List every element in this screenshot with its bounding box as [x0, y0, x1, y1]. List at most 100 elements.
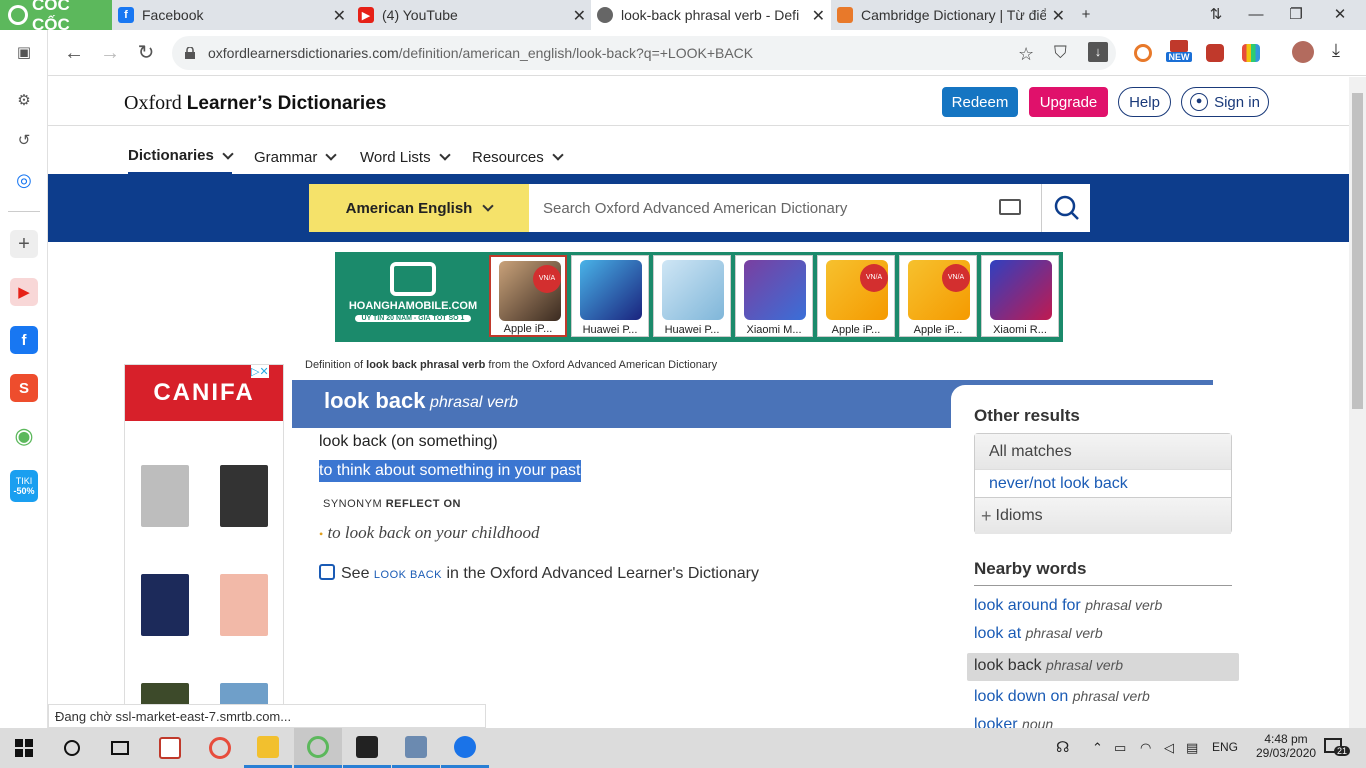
tab-youtube[interactable]: ▶ (4) YouTube ✕	[352, 0, 592, 30]
nav-dictionaries[interactable]: Dictionaries	[128, 139, 234, 175]
close-icon[interactable]: ✕	[573, 6, 586, 26]
lock-icon	[185, 46, 195, 59]
ad-phone[interactable]: VN/A Apple iP...	[489, 255, 567, 337]
search-input[interactable]: Search Oxford Advanced American Dictiona…	[529, 184, 1041, 232]
app-icon[interactable]	[146, 728, 194, 768]
youtube-icon[interactable]: ▶	[10, 278, 38, 306]
download-page-icon[interactable]: ↓	[1088, 42, 1108, 62]
downloads-icon[interactable]: ⤓	[1332, 40, 1340, 61]
nav-word-lists[interactable]: Word Lists	[360, 139, 451, 175]
extension-icon[interactable]	[1134, 44, 1152, 62]
close-icon[interactable]: ✕	[333, 6, 346, 26]
history-icon[interactable]: ↺	[10, 126, 38, 154]
minimize-button[interactable]: —	[1236, 0, 1276, 30]
nearby-item[interactable]: look at phrasal verb	[974, 625, 1103, 643]
nearby-item-current[interactable]: look back phrasal verb	[974, 657, 1123, 675]
scrollbar[interactable]	[1349, 77, 1366, 728]
keyboard-layout-icon[interactable]: ▤	[1186, 740, 1198, 756]
nearby-word: looker	[974, 716, 1018, 728]
upgrade-button[interactable]: Upgrade	[1029, 87, 1108, 117]
product-image[interactable]	[141, 574, 189, 636]
language-indicator[interactable]: ENG	[1212, 740, 1238, 754]
signin-button[interactable]: ● Sign in	[1181, 87, 1269, 117]
redeem-button[interactable]: Redeem	[942, 87, 1018, 117]
scrollbar-thumb[interactable]	[1352, 93, 1363, 409]
product-image[interactable]	[141, 465, 189, 527]
product-image[interactable]	[220, 574, 268, 636]
reload-button[interactable]: ↻	[132, 40, 160, 66]
extension-new-icon[interactable]: NEW	[1166, 40, 1192, 66]
url-field[interactable]: oxfordlearnersdictionaries.com/definitio…	[172, 36, 1116, 70]
app-icon[interactable]	[392, 728, 440, 768]
match-link[interactable]: never/not look back	[975, 469, 1231, 497]
paint-icon[interactable]	[196, 728, 244, 768]
forward-button[interactable]: →	[96, 40, 124, 66]
see-link[interactable]: LOOK BACK	[374, 569, 442, 581]
facebook-icon[interactable]: f	[10, 326, 38, 354]
notification-icon[interactable]: 21	[1324, 738, 1351, 756]
new-tab-button[interactable]: +	[1066, 0, 1106, 30]
sticky-notes-icon[interactable]	[343, 728, 391, 768]
tab-facebook[interactable]: f Facebook ✕	[112, 0, 352, 30]
bookmark-star-icon[interactable]: ☆	[1018, 44, 1034, 65]
extension-icon[interactable]	[1242, 44, 1260, 62]
banner-ad[interactable]: HOANGHAMOBILE.COM UY TÍN 20 NĂM - GIÁ TỐ…	[335, 252, 1063, 342]
coccoc-icon[interactable]: ◉	[10, 422, 38, 450]
search-button[interactable]	[1041, 184, 1090, 232]
nearby-item[interactable]: look around for phrasal verb	[974, 597, 1162, 615]
help-button[interactable]: Help	[1118, 87, 1171, 117]
coccoc-taskbar-icon[interactable]	[294, 728, 342, 768]
clock[interactable]: 4:48 pm 29/03/2020	[1256, 732, 1316, 760]
nav-grammar[interactable]: Grammar	[254, 139, 338, 175]
nearby-item[interactable]: looker noun	[974, 716, 1053, 728]
maximize-button[interactable]: ❐	[1276, 0, 1316, 30]
ad-phone[interactable]: Xiaomi M...	[735, 255, 813, 337]
nearby-item[interactable]: look down on phrasal verb	[974, 688, 1150, 706]
adchoices-icon[interactable]: ▷✕	[251, 365, 269, 378]
all-matches-header[interactable]: All matches	[975, 434, 1231, 469]
zalo-icon[interactable]	[441, 728, 489, 768]
youtube-icon: ▶	[358, 7, 374, 23]
ad-phone[interactable]: Xiaomi R...	[981, 255, 1059, 337]
tab-cambridge[interactable]: Cambridge Dictionary | Từ điể ✕	[831, 0, 1071, 30]
ad-phone[interactable]: VN/A Apple iP...	[817, 255, 895, 337]
product-image[interactable]	[220, 465, 268, 527]
logo-oxford: Oxford	[124, 92, 182, 114]
nav-label: Resources	[472, 148, 544, 166]
ad-phone[interactable]: Huawei P...	[653, 255, 731, 337]
sidebar-toggle-icon[interactable]: ▣	[10, 38, 38, 66]
settings-icon[interactable]: ⚙	[10, 86, 38, 114]
shield-icon[interactable]: ⛉	[1054, 43, 1067, 63]
close-window-button[interactable]: ✕	[1320, 0, 1360, 30]
messenger-icon[interactable]: ◎	[10, 166, 38, 194]
people-icon[interactable]: ☊	[1056, 738, 1069, 756]
coccoc-logo[interactable]: CỐC CỐC	[0, 0, 112, 34]
nav-resources[interactable]: Resources	[472, 139, 564, 175]
tiki-icon[interactable]: TIKI -50%	[10, 470, 38, 502]
volume-icon[interactable]: ◁	[1164, 740, 1174, 756]
profile-avatar[interactable]	[1292, 41, 1314, 63]
task-view-icon[interactable]	[96, 728, 144, 768]
chevron-up-icon[interactable]: ⌃	[1092, 740, 1103, 756]
windows-start-icon[interactable]	[0, 728, 48, 768]
close-icon[interactable]: ✕	[812, 6, 825, 26]
side-ad[interactable]: CANIFA ▷✕	[124, 364, 284, 728]
close-icon[interactable]: ✕	[1052, 6, 1065, 26]
dictionary-select[interactable]: American English	[309, 184, 529, 232]
synonym-word[interactable]: REFLECT ON	[386, 498, 461, 510]
search-icon[interactable]	[48, 728, 96, 768]
site-logo[interactable]: Oxford Learner’s Dictionaries	[124, 92, 386, 115]
file-explorer-icon[interactable]	[244, 728, 292, 768]
tab-search-icon[interactable]: ⇅	[1196, 0, 1236, 30]
battery-icon[interactable]: ▭	[1114, 740, 1126, 756]
add-icon[interactable]: +	[10, 230, 38, 258]
wifi-icon[interactable]: ◠	[1140, 740, 1151, 756]
tab-oxford[interactable]: look-back phrasal verb - Defi ✕	[591, 0, 831, 30]
ad-phone[interactable]: Huawei P...	[571, 255, 649, 337]
keyboard-icon[interactable]	[999, 199, 1021, 215]
extension-icon[interactable]	[1206, 44, 1224, 62]
ad-phone[interactable]: VN/A Apple iP...	[899, 255, 977, 337]
shopee-icon[interactable]: S	[10, 374, 38, 402]
idioms-header[interactable]: + Idioms	[975, 497, 1231, 534]
back-button[interactable]: ←	[60, 40, 88, 66]
